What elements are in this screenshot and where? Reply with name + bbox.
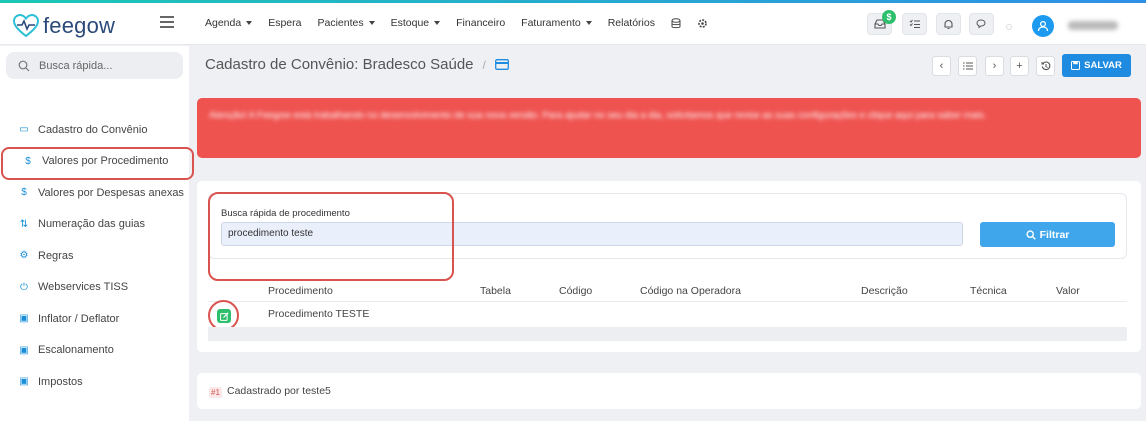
procedure-name: Procedimento TESTE: [268, 308, 370, 320]
column-header[interactable]: Valor: [1056, 285, 1080, 297]
floppy-disk-icon: [1071, 61, 1081, 70]
sidebar-item-impostos[interactable]: ▣ Impostos: [0, 366, 189, 398]
sidebar-menu: ▭ Cadastro do Convênio $ Valores por Proce…: [0, 114, 194, 398]
chevron-right-icon: ›: [992, 60, 997, 72]
list-button[interactable]: [958, 56, 977, 76]
nav-agenda[interactable]: Agenda: [205, 17, 253, 29]
settings-gear-icon[interactable]: [697, 17, 708, 29]
table-row: Procedimento TESTE: [208, 300, 1127, 331]
breadcrumb-separator: /: [482, 57, 486, 72]
sort-icon: ⇅: [19, 218, 29, 230]
nav-relatorios[interactable]: Relatórios: [608, 17, 655, 29]
heart-pulse-icon: [13, 14, 39, 38]
nav-financeiro[interactable]: Financeiro: [456, 17, 505, 29]
column-header[interactable]: Código na Operadora: [640, 285, 741, 297]
dollar-icon: $: [21, 187, 27, 199]
plus-icon: +: [1016, 60, 1023, 72]
money-icon: ▣: [19, 313, 29, 325]
sidebar-item-numeracao-guias[interactable]: ⇅ Numeração das guias: [0, 209, 189, 241]
app-logo[interactable]: feegow: [13, 13, 115, 39]
user-avatar[interactable]: [1032, 15, 1054, 37]
edit-button[interactable]: [217, 309, 231, 323]
notification-badge: $: [882, 10, 896, 24]
filter-panel: Busca rápida de procedimento procediment…: [208, 192, 1127, 281]
page-title-text: Cadastro de Convênio: Bradesco Saúde: [205, 56, 474, 73]
chat-button[interactable]: [969, 13, 994, 35]
sidebar-item-webservices-tiss[interactable]: ⏻ Webservices TISS: [0, 272, 189, 304]
created-by-text: Cadastrado por teste5: [227, 385, 331, 397]
procedures-card: Busca rápida de procedimento procediment…: [197, 181, 1141, 352]
table-footer: [208, 327, 1127, 341]
hamburger-menu-icon[interactable]: [160, 16, 174, 31]
table-header: Procedimento Tabela Código Código na Ope…: [208, 284, 1127, 302]
main-nav: Agenda Espera Pacientes Estoque Financei…: [205, 17, 724, 29]
money-icon: ▣: [19, 376, 29, 388]
next-button[interactable]: ›: [985, 56, 1004, 76]
user-icon: [1037, 20, 1049, 32]
database-icon[interactable]: [671, 17, 681, 29]
sidebar: Busca rápida... ▭ Cadastro do Convênio $ V…: [0, 46, 194, 421]
filter-button[interactable]: Filtrar: [980, 222, 1115, 247]
previous-button[interactable]: ‹: [932, 56, 951, 76]
credit-card-icon: [494, 59, 509, 70]
record-number-badge: #1: [209, 387, 222, 398]
sidebar-item-regras[interactable]: ⚙ Regras: [0, 240, 189, 272]
column-header[interactable]: Procedimento: [268, 285, 333, 297]
bell-icon: [944, 19, 953, 29]
procedure-search-input[interactable]: procedimento teste: [221, 222, 963, 246]
caret-down-icon: [434, 21, 441, 25]
dollar-icon: $: [25, 155, 31, 167]
search-icon: [1026, 229, 1036, 240]
add-button[interactable]: +: [1010, 56, 1029, 76]
caret-down-icon: [585, 21, 592, 25]
sidebar-item-inflator-deflator[interactable]: ▣ Inflator / Deflator: [0, 303, 189, 335]
record-info-card: #1 Cadastrado por teste5: [197, 373, 1141, 409]
nav-espera[interactable]: Espera: [268, 17, 301, 29]
chevron-left-icon: ‹: [939, 60, 944, 72]
column-header[interactable]: Código: [559, 285, 592, 297]
money-icon: ▣: [19, 344, 29, 356]
caret-down-icon: [246, 21, 253, 25]
top-navbar: feegow Agenda Espera Pacientes Estoque F…: [0, 3, 1146, 45]
edit-icon: [219, 311, 229, 321]
checklist-icon: [909, 19, 920, 28]
plug-icon: ⏻: [20, 281, 28, 293]
filter-label: Busca rápida de procedimento: [221, 208, 350, 219]
sidebar-item-escalonamento[interactable]: ▣ Escalonamento: [0, 335, 189, 367]
status-dot: [1006, 24, 1012, 30]
quick-search-placeholder: Busca rápida...: [39, 59, 113, 72]
history-button[interactable]: [1036, 56, 1055, 76]
chat-icon: [975, 19, 986, 29]
caret-down-icon: [368, 21, 375, 25]
search-icon: [18, 60, 30, 71]
card-icon: ▭: [19, 124, 29, 136]
history-icon: [1041, 61, 1050, 71]
save-button[interactable]: SALVAR: [1062, 54, 1131, 77]
nav-estoque[interactable]: Estoque: [391, 17, 441, 29]
sidebar-item-valores-despesas[interactable]: $ Valores por Despesas anexas: [0, 177, 189, 209]
column-header[interactable]: Técnica: [970, 285, 1007, 297]
logo-text: feegow: [43, 13, 116, 38]
tasks-button[interactable]: [902, 13, 927, 35]
user-name-redacted[interactable]: [1068, 21, 1118, 30]
alert-banner: Atenção! A Feegow está trabalhando no de…: [197, 98, 1141, 158]
notifications-button[interactable]: [936, 13, 961, 35]
sidebar-item-valores-procedimento[interactable]: $ Valores por Procedimento: [0, 146, 194, 179]
nav-pacientes[interactable]: Pacientes: [317, 17, 375, 29]
quick-search-input[interactable]: Busca rápida...: [6, 52, 183, 79]
list-icon: [962, 62, 973, 70]
cogs-icon: ⚙: [19, 250, 29, 262]
page-title: Cadastro de Convênio: Bradesco Saúde /: [205, 56, 509, 73]
alert-text: Atenção! A Feegow está trabalhando no de…: [209, 110, 987, 121]
sidebar-item-cadastro-convenio[interactable]: ▭ Cadastro do Convênio: [0, 114, 189, 146]
column-header[interactable]: Tabela: [480, 285, 511, 297]
nav-faturamento[interactable]: Faturamento: [521, 17, 592, 29]
column-header[interactable]: Descrição: [861, 285, 908, 297]
